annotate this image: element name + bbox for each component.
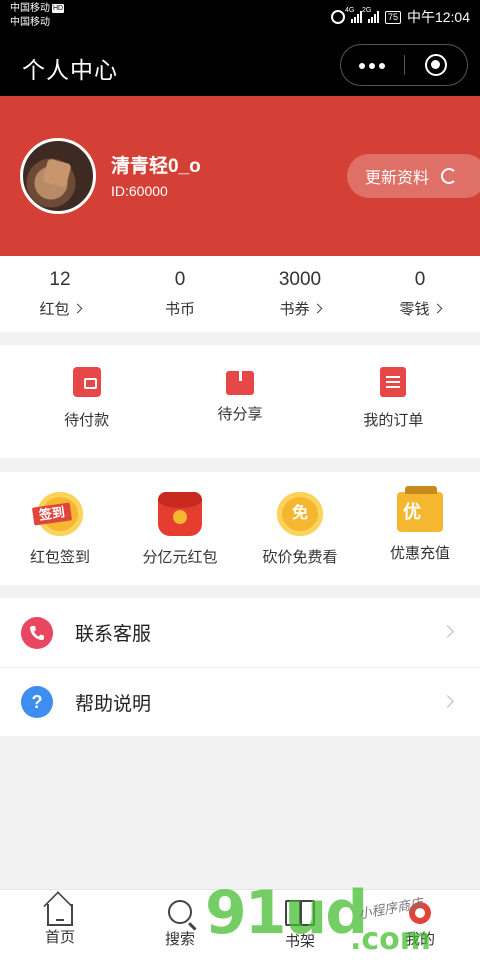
title-bar: 个人中心 <box>0 34 480 96</box>
search-icon <box>168 900 192 924</box>
order-pending-payment[interactable]: 待付款 <box>10 345 163 458</box>
profile-header: 清青轻0_o ID:60000 更新资料 <box>0 96 480 256</box>
order-label: 待分享 <box>217 406 263 423</box>
stat-value: 12 <box>49 269 71 290</box>
bookshelf-icon <box>285 900 315 926</box>
home-icon <box>47 904 73 926</box>
stat-book-coin[interactable]: 0 书币 <box>120 256 240 332</box>
stat-book-voucher[interactable]: 3000 书券 <box>240 256 360 332</box>
promo-section: 签到 红包签到 分亿元红包 免 砍价免费看 优 优惠充值 <box>0 472 480 585</box>
promo-bargain-free[interactable]: 免 砍价免费看 <box>240 472 360 585</box>
chevron-right-icon <box>441 625 454 638</box>
stat-label: 红包 <box>39 301 70 318</box>
chevron-right-icon <box>432 303 442 314</box>
mini-program-capsule <box>340 44 468 86</box>
carrier-2: 中国移动 <box>10 17 50 28</box>
signal-icon-2g: 2G <box>362 7 379 23</box>
battery-icon: 75 <box>384 10 401 24</box>
stat-value: 3000 <box>278 269 322 290</box>
order-pending-share[interactable]: 待分享 <box>163 345 316 458</box>
tab-label: 搜索 <box>164 931 195 948</box>
promo-label: 分亿元红包 <box>142 549 218 566</box>
status-bar: 中国移动 HD 中国移动 4G 2G 75 中午12:04 <box>0 0 480 34</box>
more-dots-icon[interactable] <box>359 63 385 69</box>
order-my-orders[interactable]: 我的订单 <box>317 345 470 458</box>
discount-ticket-icon: 优 <box>397 486 443 532</box>
order-label: 我的订单 <box>363 412 424 429</box>
stat-change[interactable]: 0 零钱 <box>360 256 480 332</box>
tab-search[interactable]: 搜索 <box>120 890 240 960</box>
order-label: 待付款 <box>64 412 110 429</box>
promo-label: 砍价免费看 <box>262 549 338 566</box>
wallet-icon <box>72 367 101 397</box>
order-list-icon <box>380 367 407 397</box>
clock: 中午12:04 <box>406 9 470 25</box>
tab-bookshelf[interactable]: 书架 <box>240 890 360 960</box>
settings-menu: 联系客服 ? 帮助说明 <box>0 598 480 736</box>
stat-label: 书币 <box>164 301 195 318</box>
stat-value: 0 <box>174 269 186 290</box>
phone-icon <box>21 616 53 649</box>
profile-icon <box>409 902 431 924</box>
promo-label: 优惠充值 <box>389 545 450 562</box>
stat-value: 0 <box>414 269 426 290</box>
update-profile-button[interactable]: 更新资料 <box>347 154 480 198</box>
tab-label: 我的 <box>404 931 435 948</box>
username: 清青轻0_o <box>111 156 201 177</box>
free-coin-icon: 免 <box>277 492 323 536</box>
capsule-divider <box>404 55 405 75</box>
order-section: 待付款 待分享 我的订单 <box>0 345 480 458</box>
carrier-1: 中国移动 <box>10 3 50 14</box>
hd-badge: HD <box>52 4 65 13</box>
user-id: ID:60000 <box>111 183 168 199</box>
menu-item-help[interactable]: ? 帮助说明 <box>0 667 480 736</box>
page-title: 个人中心 <box>22 57 118 83</box>
share-icon <box>225 363 254 395</box>
carrier-info: 中国移动 HD 中国移动 <box>10 2 65 30</box>
refresh-icon <box>441 168 458 184</box>
chevron-right-icon <box>441 695 454 708</box>
sign-in-coin-icon: 签到 <box>31 492 83 536</box>
signal-icon-4g: 4G <box>345 7 362 23</box>
close-mini-program-icon[interactable] <box>425 54 447 76</box>
menu-label: 联系客服 <box>75 624 152 645</box>
promo-sign-in[interactable]: 签到 红包签到 <box>0 472 120 585</box>
promo-label: 红包签到 <box>29 549 90 566</box>
stat-label: 书券 <box>279 301 310 318</box>
chevron-right-icon <box>312 303 322 314</box>
alarm-icon <box>330 10 345 24</box>
menu-label: 帮助说明 <box>75 693 152 715</box>
tab-bar: 首页 搜索 书架 我的 <box>0 889 480 960</box>
red-envelope-icon <box>158 492 202 536</box>
menu-item-contact-service[interactable]: 联系客服 <box>0 598 480 667</box>
tab-label: 书架 <box>284 933 315 950</box>
account-stats: 12 红包 0 书币 3000 书券 0 零钱 <box>0 256 480 332</box>
tab-home[interactable]: 首页 <box>0 890 120 960</box>
stat-red-packet[interactable]: 12 红包 <box>0 256 120 332</box>
avatar[interactable] <box>20 138 96 214</box>
tab-mine[interactable]: 我的 <box>360 890 480 960</box>
status-icons: 4G 2G 75 中午12:04 <box>330 7 470 27</box>
stat-label: 零钱 <box>399 301 430 318</box>
tab-label: 首页 <box>44 929 75 946</box>
update-profile-label: 更新资料 <box>365 170 430 187</box>
help-icon: ? <box>21 686 53 718</box>
promo-red-envelope[interactable]: 分亿元红包 <box>120 472 240 585</box>
promo-discount-recharge[interactable]: 优 优惠充值 <box>360 472 480 585</box>
chevron-right-icon <box>72 303 82 314</box>
